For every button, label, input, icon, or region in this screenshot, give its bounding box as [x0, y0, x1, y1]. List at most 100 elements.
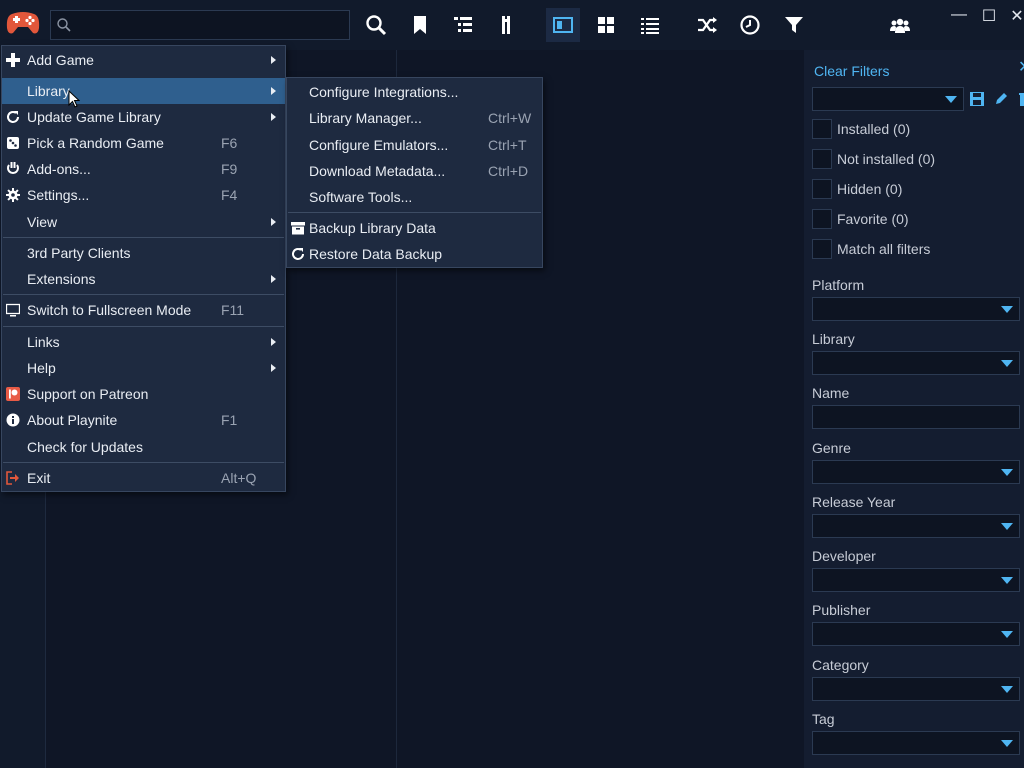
edit-icon[interactable]: [993, 91, 1009, 107]
clear-filters-link[interactable]: Clear Filters: [814, 63, 889, 79]
columns-icon[interactable]: [489, 8, 523, 42]
release-year-select[interactable]: [812, 514, 1020, 538]
playnite-logo-icon[interactable]: [6, 8, 40, 38]
menu-separator: [3, 237, 284, 238]
checkbox[interactable]: [812, 119, 832, 139]
menu-item-help[interactable]: Help: [2, 355, 285, 381]
menu-item-label: Restore Data Backup: [309, 246, 443, 262]
menu-item-check-updates[interactable]: Check for Updates: [2, 434, 285, 460]
maximize-button[interactable]: ☐: [976, 6, 1002, 26]
menu-item-about[interactable]: About Playnite F1: [2, 407, 285, 433]
menu-item-add-game[interactable]: Add Game: [2, 47, 285, 73]
group-icon[interactable]: [883, 8, 917, 42]
category-select[interactable]: [812, 677, 1020, 701]
menu-item-view[interactable]: View: [2, 209, 285, 235]
release-year-label: Release Year: [812, 494, 896, 510]
menu-item-label: Update Game Library: [27, 109, 161, 125]
plug-icon: [7, 162, 19, 174]
menu-item-extensions[interactable]: Extensions: [2, 266, 285, 292]
checkbox[interactable]: [812, 179, 832, 199]
save-icon[interactable]: [969, 91, 985, 107]
menu-item-label: Software Tools...: [309, 189, 413, 205]
menu-item-label: Library Manager...: [309, 110, 422, 126]
exit-icon: [6, 471, 19, 485]
menu-item-backup-library[interactable]: Backup Library Data: [287, 215, 542, 241]
menu-item-label: Links: [27, 334, 60, 350]
patreon-icon: [6, 387, 20, 401]
menu-item-update-game-library[interactable]: Update Game Library: [2, 104, 285, 130]
close-window-button[interactable]: ✕: [1004, 6, 1024, 26]
menu-item-shortcut: F4: [221, 187, 238, 203]
menu-item-random-game[interactable]: Pick a Random Game F6: [2, 130, 285, 156]
platform-label: Platform: [812, 277, 865, 293]
platform-select[interactable]: [812, 297, 1020, 321]
submenu-arrow-icon: [271, 275, 276, 283]
favorite-filter-checkbox[interactable]: Favorite (0): [812, 208, 909, 230]
menu-item-3rd-party-clients[interactable]: 3rd Party Clients: [2, 240, 285, 266]
clock-icon[interactable]: [733, 8, 767, 42]
menu-item-label: View: [27, 214, 58, 230]
list-view-icon[interactable]: [633, 8, 667, 42]
menu-item-links[interactable]: Links: [2, 329, 285, 355]
menu-item-fullscreen[interactable]: Switch to Fullscreen Mode F11: [2, 297, 285, 323]
not-installed-filter-checkbox[interactable]: Not installed (0): [812, 148, 935, 170]
gear-icon: [6, 188, 20, 202]
menu-item-configure-emulators[interactable]: Configure Emulators... Ctrl+T: [287, 132, 542, 158]
search-icon[interactable]: [359, 8, 393, 42]
filter-preset-select[interactable]: [812, 87, 964, 111]
submenu-arrow-icon: [271, 87, 276, 95]
menu-item-label: About Playnite: [27, 412, 118, 428]
filter-panel: Clear Filters ✕ Installed (0) Not instal…: [804, 50, 1024, 768]
top-toolbar: — ☐ ✕: [0, 0, 1024, 50]
menu-item-library[interactable]: Library: [2, 78, 285, 104]
checkbox-label: Hidden (0): [837, 181, 903, 197]
search-input[interactable]: [50, 10, 350, 40]
publisher-select[interactable]: [812, 622, 1020, 646]
checkbox[interactable]: [812, 149, 832, 169]
submenu-arrow-icon: [271, 364, 276, 372]
library-submenu: Configure Integrations... Library Manage…: [286, 77, 543, 268]
menu-item-library-manager[interactable]: Library Manager... Ctrl+W: [287, 105, 542, 131]
filter-icon[interactable]: [777, 8, 811, 42]
menu-item-configure-integrations[interactable]: Configure Integrations...: [287, 79, 542, 105]
grid-view-icon[interactable]: [589, 8, 623, 42]
menu-item-download-metadata[interactable]: Download Metadata... Ctrl+D: [287, 158, 542, 184]
menu-item-label: Download Metadata...: [309, 163, 446, 179]
chevron-down-icon: [1001, 631, 1013, 638]
menu-separator: [3, 294, 284, 295]
list-tree-icon[interactable]: [446, 8, 480, 42]
developer-label: Developer: [812, 548, 876, 564]
menu-item-label: Add Game: [27, 52, 94, 68]
name-input[interactable]: [812, 405, 1020, 429]
menu-item-label: Library: [27, 83, 70, 99]
menu-item-shortcut: F11: [221, 302, 245, 318]
library-select[interactable]: [812, 351, 1020, 375]
chevron-down-icon: [1001, 469, 1013, 476]
developer-select[interactable]: [812, 568, 1020, 592]
dice-icon: [7, 137, 19, 149]
close-filter-panel-icon[interactable]: ✕: [1018, 57, 1024, 77]
details-view-icon[interactable]: [546, 8, 580, 42]
name-label: Name: [812, 385, 850, 401]
hidden-filter-checkbox[interactable]: Hidden (0): [812, 178, 902, 200]
menu-item-restore-backup[interactable]: Restore Data Backup: [287, 241, 542, 267]
bookmark-icon[interactable]: [403, 8, 437, 42]
checkbox[interactable]: [812, 209, 832, 229]
menu-item-patreon[interactable]: Support on Patreon: [2, 381, 285, 407]
menu-item-software-tools[interactable]: Software Tools...: [287, 184, 542, 210]
menu-item-shortcut: Ctrl+D: [488, 163, 529, 179]
delete-icon[interactable]: [1017, 91, 1024, 107]
submenu-arrow-icon: [271, 56, 276, 64]
shuffle-icon[interactable]: [690, 8, 724, 42]
menu-item-addons[interactable]: Add-ons... F9: [2, 156, 285, 182]
minimize-button[interactable]: —: [946, 6, 972, 26]
refresh-icon: [7, 111, 19, 123]
menu-item-settings[interactable]: Settings... F4: [2, 182, 285, 208]
menu-item-label: 3rd Party Clients: [27, 245, 131, 261]
match-all-filters-checkbox[interactable]: Match all filters: [812, 238, 930, 260]
checkbox[interactable]: [812, 239, 832, 259]
genre-select[interactable]: [812, 460, 1020, 484]
tag-select[interactable]: [812, 731, 1020, 755]
installed-filter-checkbox[interactable]: Installed (0): [812, 118, 910, 140]
menu-item-exit[interactable]: Exit Alt+Q: [2, 465, 285, 491]
